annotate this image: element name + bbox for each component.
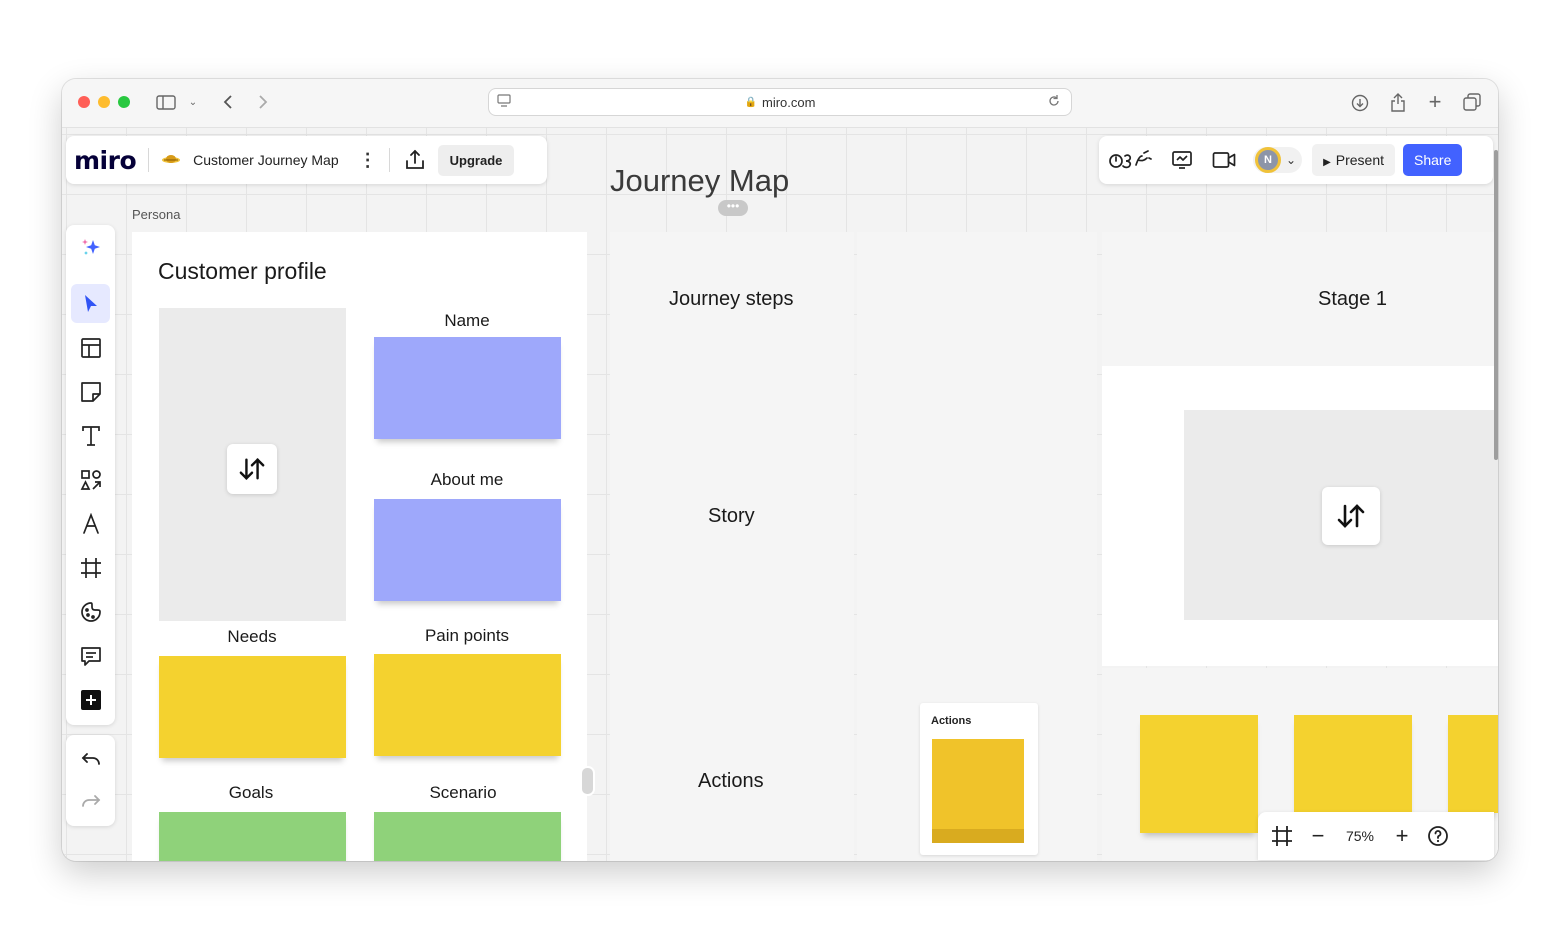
present-label: Present bbox=[1335, 152, 1385, 168]
share-sheet-icon[interactable] bbox=[1387, 91, 1409, 113]
divider bbox=[148, 148, 150, 172]
reader-icon[interactable] bbox=[497, 94, 511, 111]
user-menu[interactable]: N ⌄ bbox=[1253, 147, 1303, 173]
forward-icon[interactable] bbox=[253, 92, 273, 112]
zoom-controls: − 75% + bbox=[1258, 812, 1494, 860]
customer-profile-title[interactable]: Customer profile bbox=[158, 258, 327, 285]
swap-image-icon[interactable] bbox=[1322, 487, 1380, 545]
comment-icon[interactable] bbox=[71, 636, 110, 675]
help-icon[interactable] bbox=[1420, 818, 1456, 854]
frame-resize-handle[interactable] bbox=[580, 766, 595, 796]
name-label[interactable]: Name bbox=[374, 311, 560, 331]
journey-label-column bbox=[610, 232, 854, 861]
minimize-window-button[interactable] bbox=[98, 96, 110, 108]
stage-sticky-note[interactable] bbox=[1294, 715, 1412, 813]
shapes-icon[interactable] bbox=[71, 460, 110, 499]
divider bbox=[388, 148, 390, 172]
zoom-level[interactable]: 75% bbox=[1336, 828, 1384, 844]
pen-tool-icon[interactable] bbox=[71, 504, 110, 543]
chevron-down-icon[interactable]: ⌄ bbox=[186, 94, 200, 110]
scenario-sticky-note[interactable] bbox=[374, 812, 561, 861]
actions-label[interactable]: Actions bbox=[698, 770, 764, 793]
swap-image-icon[interactable] bbox=[227, 444, 277, 494]
goals-sticky-note[interactable] bbox=[159, 812, 346, 861]
back-icon[interactable] bbox=[218, 92, 238, 112]
zoom-out-icon[interactable]: − bbox=[1300, 818, 1336, 854]
sticky-note-icon[interactable] bbox=[71, 372, 110, 411]
select-tool-icon[interactable] bbox=[71, 284, 110, 323]
reload-icon[interactable] bbox=[1047, 94, 1061, 111]
stage-1-label[interactable]: Stage 1 bbox=[1318, 288, 1387, 311]
browser-toolbar: ⌄ 🔒 miro.com + bbox=[62, 79, 1498, 128]
upgrade-button[interactable]: Upgrade bbox=[437, 144, 515, 176]
share-button[interactable]: Share bbox=[1403, 144, 1463, 176]
reactions-icon[interactable] bbox=[1107, 147, 1153, 173]
export-icon[interactable] bbox=[402, 147, 428, 173]
journey-steps-label[interactable]: Journey steps bbox=[669, 288, 794, 311]
story-label[interactable]: Story bbox=[708, 505, 755, 528]
collaboration-bar: N ⌄ ▶ Present Share bbox=[1099, 136, 1493, 184]
board-icon bbox=[161, 153, 181, 167]
lock-icon: 🔒 bbox=[744, 96, 757, 108]
vertical-scrollbar[interactable] bbox=[1494, 150, 1498, 460]
stickers-icon[interactable] bbox=[71, 592, 110, 631]
stage-header-cell bbox=[1102, 232, 1498, 366]
avatar[interactable]: N bbox=[1255, 147, 1281, 173]
redo-icon[interactable] bbox=[71, 783, 110, 822]
chevron-down-icon[interactable]: ⌄ bbox=[1286, 153, 1296, 167]
play-icon: ▶ bbox=[1323, 157, 1331, 168]
more-tools-icon[interactable] bbox=[71, 680, 110, 719]
more-options-icon[interactable]: ••• bbox=[718, 200, 748, 216]
needs-label[interactable]: Needs bbox=[159, 627, 345, 647]
zoom-in-icon[interactable]: + bbox=[1384, 818, 1420, 854]
close-window-button[interactable] bbox=[78, 96, 90, 108]
address-bar[interactable]: 🔒 miro.com bbox=[488, 88, 1072, 116]
downloads-icon[interactable] bbox=[1349, 92, 1371, 114]
scenario-label[interactable]: Scenario bbox=[370, 783, 556, 803]
templates-icon[interactable] bbox=[71, 328, 110, 367]
about-me-sticky-note[interactable] bbox=[374, 499, 561, 601]
text-tool-icon[interactable] bbox=[71, 416, 110, 455]
goals-label[interactable]: Goals bbox=[158, 783, 344, 803]
history-toolbar bbox=[66, 735, 115, 826]
persona-image-placeholder[interactable] bbox=[159, 308, 346, 621]
actions-card-sticky-note[interactable] bbox=[932, 739, 1024, 843]
persona-frame[interactable]: Customer profile Name About me Needs Pai… bbox=[132, 232, 587, 861]
pain-points-sticky-note[interactable] bbox=[374, 654, 561, 756]
video-call-icon[interactable] bbox=[1211, 147, 1237, 173]
stage-sticky-note[interactable] bbox=[1448, 715, 1498, 813]
timer-board-icon[interactable] bbox=[1169, 147, 1195, 173]
miro-board-canvas[interactable]: Journey Map ••• Journey steps Story Acti… bbox=[62, 128, 1498, 861]
fit-to-screen-icon[interactable] bbox=[1264, 818, 1300, 854]
stage-sticky-note[interactable] bbox=[1140, 715, 1258, 833]
tab-overview-icon[interactable] bbox=[1461, 91, 1483, 113]
present-button[interactable]: ▶ Present bbox=[1312, 144, 1396, 176]
sidebar-toggle-icon[interactable] bbox=[154, 92, 178, 112]
new-tab-icon[interactable]: + bbox=[1424, 89, 1446, 114]
browser-window: ⌄ 🔒 miro.com + Journey Map ••• Journey s… bbox=[62, 79, 1498, 861]
creation-toolbar bbox=[66, 225, 115, 725]
actions-card-title: Actions bbox=[931, 715, 972, 727]
board-title[interactable]: Customer Journey Map bbox=[193, 152, 339, 168]
needs-sticky-note[interactable] bbox=[159, 656, 346, 758]
persona-frame-label[interactable]: Persona bbox=[132, 207, 180, 222]
actions-card[interactable]: Actions bbox=[920, 703, 1038, 855]
url-text: miro.com bbox=[762, 94, 816, 110]
stage-image-placeholder[interactable] bbox=[1184, 410, 1498, 620]
miro-logo[interactable]: miro bbox=[74, 146, 137, 175]
about-me-label[interactable]: About me bbox=[374, 470, 560, 490]
zoom-window-button[interactable] bbox=[118, 96, 130, 108]
frame-tool-icon[interactable] bbox=[71, 548, 110, 587]
name-sticky-note[interactable] bbox=[374, 337, 561, 439]
ai-sparkle-icon[interactable] bbox=[71, 228, 110, 267]
journey-map-title[interactable]: Journey Map bbox=[610, 163, 789, 199]
undo-icon[interactable] bbox=[71, 741, 110, 780]
board-menu-icon[interactable]: ⋮ bbox=[359, 150, 377, 171]
board-header: miro Customer Journey Map ⋮ Upgrade bbox=[66, 136, 547, 184]
pain-points-label[interactable]: Pain points bbox=[374, 626, 560, 646]
